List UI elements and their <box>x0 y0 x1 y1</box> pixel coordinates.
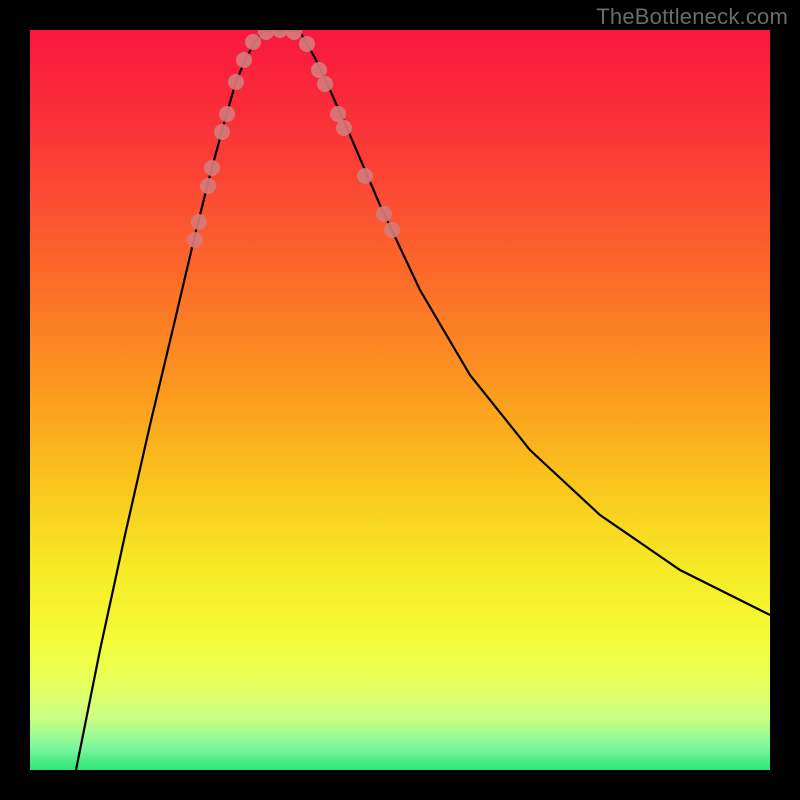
scatter-dot <box>317 76 333 92</box>
scatter-dot <box>299 36 315 52</box>
scatter-dot <box>204 160 220 176</box>
scatter-dot <box>376 206 392 222</box>
scatter-dot <box>214 124 230 140</box>
scatter-dot <box>384 222 400 238</box>
scatter-dot <box>311 62 327 78</box>
scatter-dot <box>272 30 288 38</box>
watermark-text: TheBottleneck.com <box>596 4 788 30</box>
scatter-dot <box>228 74 244 90</box>
scatter-dot <box>219 106 235 122</box>
scatter-dots-group <box>187 30 400 248</box>
scatter-dot <box>336 120 352 136</box>
scatter-dot <box>200 178 216 194</box>
chart-svg <box>30 30 770 770</box>
bottleneck-curve <box>76 30 770 770</box>
chart-frame <box>30 30 770 770</box>
scatter-dot <box>286 30 302 40</box>
scatter-dot <box>191 214 207 230</box>
scatter-dot <box>236 52 252 68</box>
scatter-dot <box>245 34 261 50</box>
scatter-dot <box>357 168 373 184</box>
scatter-dot <box>258 30 274 40</box>
scatter-dot <box>330 106 346 122</box>
scatter-dot <box>187 232 203 248</box>
